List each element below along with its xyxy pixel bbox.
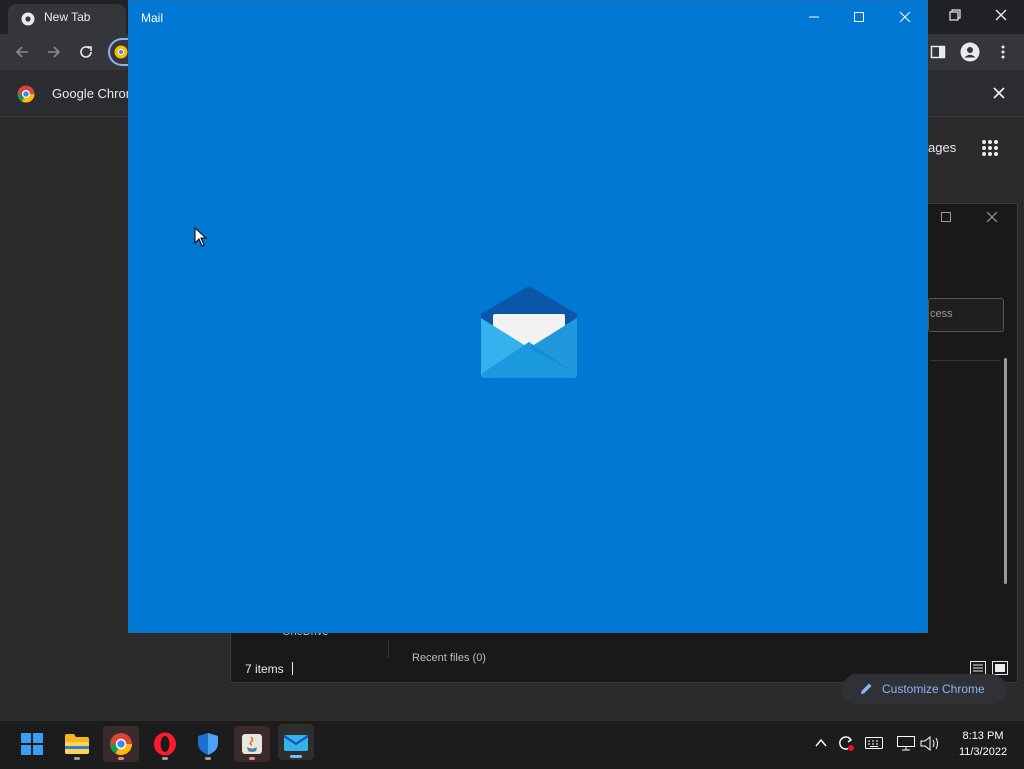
clock-time[interactable]: 8:13 PM	[950, 730, 1016, 742]
explorer-close-icon[interactable]	[986, 211, 998, 223]
java-icon	[242, 734, 262, 754]
running-indicator	[249, 757, 255, 760]
network-icon[interactable]	[897, 736, 915, 751]
chrome-logo-icon	[114, 45, 128, 59]
infobar-close-icon[interactable]	[993, 87, 1005, 99]
explorer-status-separator	[292, 662, 293, 675]
mail-window-title: Mail	[141, 11, 164, 25]
mail-close-button[interactable]	[882, 1, 928, 33]
mail-window[interactable]: Mail	[128, 0, 928, 633]
chrome-close-icon[interactable]	[994, 8, 1008, 22]
clock-date[interactable]: 11/3/2022	[950, 746, 1016, 758]
folder-icon	[65, 734, 89, 754]
start-button[interactable]	[14, 726, 50, 762]
chrome-tab-favicon-icon	[21, 12, 35, 26]
running-indicator	[162, 757, 168, 760]
keyboard-icon[interactable]	[865, 737, 883, 749]
tiles-view-icon[interactable]	[992, 661, 1008, 675]
windows-start-icon	[21, 733, 43, 755]
running-indicator	[118, 757, 124, 760]
mouse-cursor-icon	[194, 227, 208, 247]
taskbar-file-explorer[interactable]	[59, 726, 95, 762]
images-link[interactable]: ages	[928, 140, 956, 155]
profile-icon[interactable]	[960, 42, 980, 62]
running-indicator	[205, 757, 211, 760]
mail-maximize-button[interactable]	[836, 1, 882, 33]
explorer-scrollbar[interactable]	[1004, 358, 1007, 584]
forward-icon[interactable]	[46, 44, 62, 60]
mail-minimize-button[interactable]	[791, 1, 837, 33]
explorer-maximize-icon[interactable]	[940, 211, 952, 223]
running-indicator	[74, 757, 80, 760]
sync-icon[interactable]	[836, 734, 856, 752]
taskbar-opera[interactable]	[147, 726, 183, 762]
volume-icon[interactable]	[920, 736, 940, 751]
taskbar-mail[interactable]	[278, 724, 314, 760]
google-apps-icon[interactable]	[981, 139, 999, 157]
close-icon	[899, 11, 911, 23]
minimize-icon	[809, 16, 819, 18]
mail-envelope-logo-icon	[481, 286, 577, 378]
shield-icon	[198, 733, 218, 755]
opera-icon	[154, 732, 176, 756]
chrome-icon	[110, 733, 132, 755]
explorer-recent-files: Recent files (0)	[412, 652, 486, 664]
menu-icon[interactable]	[996, 44, 1010, 60]
chrome-restore-icon[interactable]	[948, 8, 962, 22]
show-hidden-icons-icon[interactable]	[815, 738, 827, 748]
taskbar-security[interactable]	[190, 726, 226, 762]
taskbar-chrome[interactable]	[103, 726, 139, 762]
taskbar-java[interactable]	[234, 726, 270, 762]
pencil-icon	[861, 683, 872, 694]
details-view-icon[interactable]	[970, 661, 986, 675]
active-indicator	[290, 755, 302, 758]
explorer-pane-divider	[388, 640, 389, 658]
mail-icon	[283, 735, 309, 751]
explorer-status-count: 7 items	[245, 662, 284, 676]
chrome-tab-label: New Tab	[44, 10, 91, 24]
reload-icon[interactable]	[78, 44, 94, 60]
side-panel-icon[interactable]	[930, 44, 946, 60]
google-chrome-icon	[17, 85, 35, 103]
back-icon[interactable]	[14, 44, 30, 60]
maximize-icon	[854, 12, 864, 22]
explorer-divider	[930, 360, 1000, 361]
customize-chrome-label: Customize Chrome	[882, 682, 985, 696]
explorer-search-placeholder: cess	[930, 308, 953, 320]
